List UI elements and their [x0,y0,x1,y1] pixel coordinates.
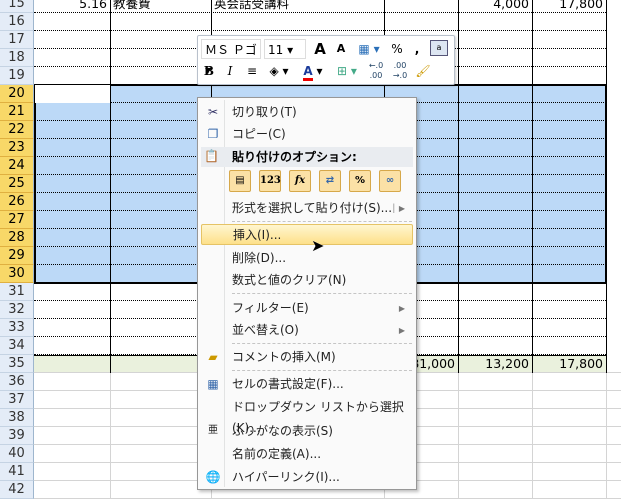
row-header[interactable]: 15 [0,0,34,13]
row-header[interactable]: 20 [0,85,34,103]
decrease-decimal-button[interactable]: .00 →.0 [389,61,411,81]
globe-link-icon: 🌐 [205,470,221,484]
brush-icon: 🖌 [415,64,431,78]
cell[interactable]: 5.16 [34,0,110,13]
menu-format-cells[interactable]: ▦ セルの書式設定(F)... [201,374,413,395]
submenu-arrow-icon: ▶ [398,304,405,313]
font-name: ＭＳ Ｐゴ [205,43,257,57]
cell[interactable]: 英会話受講料 [211,0,384,13]
paste-formatting-button[interactable]: % [349,170,371,192]
row-header[interactable]: 24 [0,157,34,175]
menu-show-phonetic[interactable]: 亜ふりがなの表示(S) [201,421,413,442]
menu-delete[interactable]: 削除(D)... [201,248,413,269]
row-header[interactable]: 16 [0,13,34,31]
row-header[interactable]: 17 [0,31,34,49]
furigana-icon: 亜 [208,425,218,436]
accounting-format-button[interactable]: ▦ ▾ [355,39,383,59]
row-header[interactable]: 19 [0,67,34,85]
row-header[interactable]: 38 [0,409,34,427]
grow-font-button[interactable]: A [311,39,329,59]
cell[interactable]: 17,800 [532,0,606,13]
row-header[interactable]: 23 [0,139,34,157]
italic-button[interactable]: I [222,61,238,81]
menu-sort[interactable]: 並べ替え(O) ▶ [201,320,413,341]
menu-define-name[interactable]: 名前の定義(A)... [201,444,413,465]
cell[interactable]: 13,200 [458,355,532,373]
row-header[interactable]: 37 [0,391,34,409]
paste-link-button[interactable]: ∞ [379,170,401,192]
comment-icon: ▰ [208,350,218,364]
merge-center-button[interactable]: a [430,40,448,56]
comma-button[interactable]: , [410,39,424,59]
row-header[interactable]: 32 [0,301,34,319]
mouse-cursor-icon: ➤ [311,236,325,255]
font-color-button[interactable]: A ▾ [298,61,328,81]
percent-button[interactable]: % [388,39,406,59]
menu-copy[interactable]: ❐ コピー(C) [201,124,413,145]
paste-button[interactable]: ▤ [229,170,251,192]
paint-bucket-icon: ◈ [269,64,279,78]
row-header[interactable]: 27 [0,211,34,229]
menu-hyperlink[interactable]: 🌐 ハイパーリンク(I)... [201,467,413,488]
mini-toolbar: ＭＳ Ｐゴ ▾ 11 ▾ A A ▦ ▾ % , a B I ≡ ◈ ▾ A ▾… [197,35,455,85]
active-cell[interactable] [35,85,110,103]
menu-paste-special[interactable]: 形式を選択して貼り付け(S)... │ ▶ [201,198,413,219]
fill-color-button[interactable]: ◈ ▾ [265,61,293,81]
row-header[interactable]: 42 [0,481,34,499]
row-header[interactable]: 36 [0,373,34,391]
menu-pick-from-list[interactable]: ドロップダウン リストから選択(K)... [201,397,413,435]
copy-icon: ❐ [207,127,219,141]
increase-decimal-button[interactable]: ←.0 .00 [365,61,387,81]
menu-insert-comment[interactable]: ▰ コメントの挿入(M) [201,347,413,368]
menu-filter[interactable]: フィルター(E) ▶ [201,298,413,319]
scissors-icon: ✂ [207,105,219,119]
bold-button[interactable]: B [201,61,217,81]
font-size: 11 [268,43,284,57]
row-header[interactable]: 40 [0,445,34,463]
borders-icon: ⊞ [337,64,348,78]
center-align-button[interactable]: ≡ [243,61,261,81]
font-name-dropdown[interactable]: ＭＳ Ｐゴ ▾ [201,39,261,77]
paste-transpose-button[interactable]: ⇄ [319,170,341,192]
row-header[interactable]: 30 [0,265,34,283]
paste-options-header: 貼り付けのオプション: [201,147,413,167]
row-header[interactable]: 33 [0,319,34,337]
row-header[interactable]: 21 [0,103,34,121]
format-painter-button[interactable]: 🖌 [414,61,432,81]
cell[interactable]: 4,000 [458,0,532,13]
cell[interactable]: 17,800 [532,355,606,373]
row-header[interactable]: 35 [0,355,34,373]
row-header[interactable]: 28 [0,229,34,247]
borders-button[interactable]: ⊞ ▾ [333,61,361,81]
submenu-arrow-icon: ▶ [398,326,405,335]
row-header[interactable]: 39 [0,427,34,445]
format-cells-icon: ▦ [207,377,219,391]
row-header[interactable]: 25 [0,175,34,193]
row-header[interactable]: 26 [0,193,34,211]
row-header[interactable]: 18 [0,49,34,67]
font-color-icon: A [303,64,313,81]
row-header[interactable]: 22 [0,121,34,139]
font-size-dropdown[interactable]: 11 ▾ [264,39,306,59]
paste-formulas-button[interactable]: fx [289,170,311,192]
clipboard-icon: 📋 [204,149,219,163]
context-menu: ✂ 切り取り(T) ❐ コピー(C) 貼り付けのオプション: 📋 ▤ 123 fx … [197,97,417,490]
menu-cut[interactable]: ✂ 切り取り(T) [201,102,413,123]
row-header[interactable]: 31 [0,283,34,301]
menu-clear-contents[interactable]: 数式と値のクリア(N) [201,270,413,291]
cell[interactable]: 教養費 [110,0,211,13]
currency-icon: ▦ [358,42,370,56]
row-header[interactable]: 29 [0,247,34,265]
shrink-font-button[interactable]: A [332,39,350,59]
row-header[interactable]: 34 [0,337,34,355]
paste-values-button[interactable]: 123 [259,170,281,192]
submenu-arrow-icon: │ ▶ [391,204,405,213]
row-header[interactable]: 41 [0,463,34,481]
menu-insert[interactable]: 挿入(I)... [201,224,413,245]
